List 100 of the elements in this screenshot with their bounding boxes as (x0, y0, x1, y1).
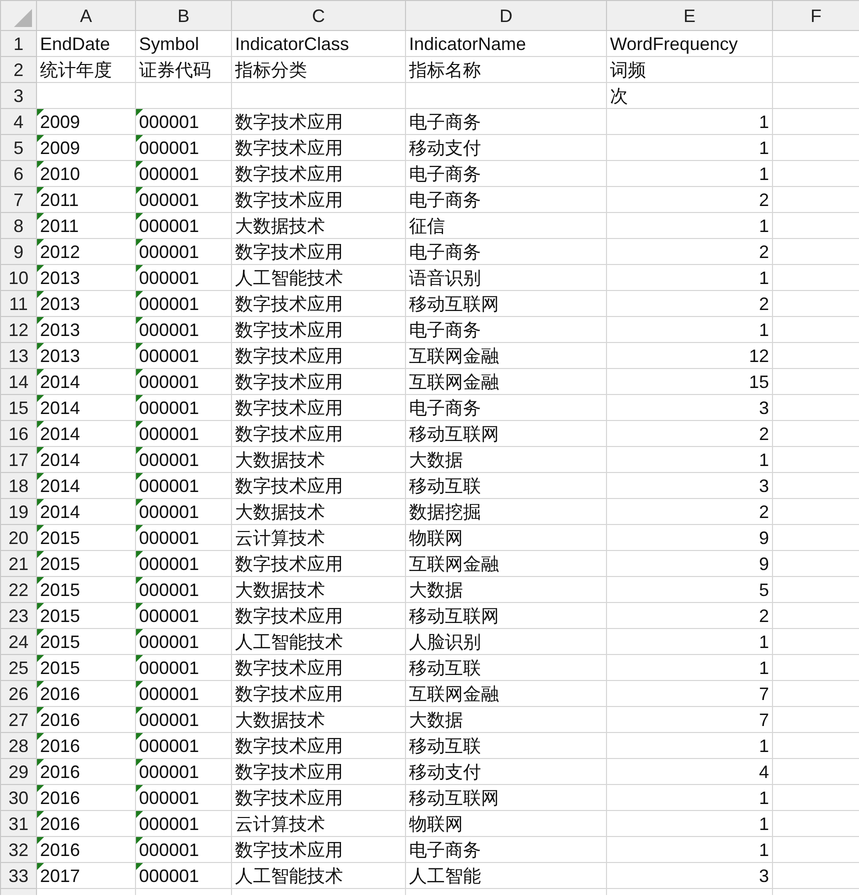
row-header[interactable]: 1 (0, 30, 36, 56)
cell-text: 人工智能 (409, 864, 481, 888)
cell-text: 2016 (40, 786, 80, 810)
row-header[interactable]: 16 (0, 420, 36, 446)
cell-text: 大数据技术 (235, 214, 325, 238)
column-header[interactable]: E (606, 0, 772, 30)
row-header[interactable]: 13 (0, 342, 36, 368)
row-header[interactable]: 14 (0, 368, 36, 394)
cell-text: 000001 (139, 500, 200, 524)
cell-text: 互联网金融 (409, 370, 499, 394)
cell-text: 大数据技术 (235, 578, 325, 602)
column-header[interactable]: C (232, 0, 406, 30)
row-header[interactable]: 11 (0, 290, 36, 316)
cell-text: 000001 (139, 760, 200, 784)
cell-text: 数字技术应用 (235, 604, 343, 628)
cell-text: 数字技术应用 (235, 552, 343, 576)
cell-text: 电子商务 (409, 162, 481, 186)
cell-text: 互联网金融 (409, 552, 499, 576)
row-header[interactable]: 25 (0, 654, 36, 680)
row-header[interactable]: 2 (0, 56, 36, 82)
cell-text: 数字技术应用 (235, 188, 343, 212)
row-header[interactable]: 29 (0, 758, 36, 784)
cell-text: 电子商务 (409, 318, 481, 342)
cell-text: 1 (758, 214, 769, 238)
cell-text: 统计年度 (40, 58, 112, 82)
cell-text: 000001 (139, 214, 200, 238)
cell-text: 2016 (40, 760, 80, 784)
cell-text: 000001 (139, 604, 200, 628)
row-header[interactable]: 4 (0, 108, 36, 134)
row-header[interactable]: 18 (0, 472, 36, 498)
row-header[interactable]: 26 (0, 680, 36, 706)
cell-text: 1 (758, 630, 769, 654)
row-header[interactable]: 19 (0, 498, 36, 524)
cell-text: 证券代码 (139, 58, 211, 82)
cell-text: 2014 (40, 474, 80, 498)
cell-text: 大数据技术 (235, 500, 325, 524)
cell-text: 000001 (139, 812, 200, 836)
cell-text: 000001 (139, 526, 200, 550)
cell-text: 物联网 (409, 526, 463, 550)
row-header[interactable]: 7 (0, 186, 36, 212)
cell-text: 云计算技术 (235, 526, 325, 550)
row-header[interactable]: 24 (0, 628, 36, 654)
cell-text: 数据挖掘 (409, 500, 481, 524)
cell-text: 数字技术应用 (235, 370, 343, 394)
row-header[interactable]: 10 (0, 264, 36, 290)
cell-text: 2016 (40, 682, 80, 706)
cell-text: 000001 (139, 292, 200, 316)
cell-text: 移动互联 (409, 734, 481, 758)
cell-text: 5 (758, 578, 769, 602)
cell-text: 1 (758, 318, 769, 342)
row-header[interactable]: 30 (0, 784, 36, 810)
row-header[interactable]: 12 (0, 316, 36, 342)
cell-text: 000001 (139, 396, 200, 420)
row-header[interactable]: 23 (0, 602, 36, 628)
cell-text: 000001 (139, 474, 200, 498)
row-header[interactable]: 9 (0, 238, 36, 264)
column-header[interactable]: B (136, 0, 232, 30)
row-header[interactable]: 27 (0, 706, 36, 732)
cell-text: 2016 (40, 734, 80, 758)
cell-text: 1 (758, 838, 769, 862)
row-header[interactable]: 15 (0, 394, 36, 420)
cell-text: 电子商务 (409, 396, 481, 420)
cell-text: 数字技术应用 (235, 136, 343, 160)
row-header[interactable]: 8 (0, 212, 36, 238)
cell-text: IndicatorClass (235, 32, 350, 56)
cell-text: 数字技术应用 (235, 786, 343, 810)
cell-text: 移动互联网 (409, 786, 499, 810)
row-header[interactable]: 5 (0, 134, 36, 160)
row-header[interactable]: 21 (0, 550, 36, 576)
cell-text: 000001 (139, 552, 200, 576)
column-header[interactable]: F (772, 0, 859, 30)
row-header[interactable]: 6 (0, 160, 36, 186)
cell-text: 2016 (40, 838, 80, 862)
row-header[interactable]: 22 (0, 576, 36, 602)
row-header[interactable]: 20 (0, 524, 36, 550)
cell-text: 人工智能技术 (235, 630, 343, 654)
cell-text: 移动互联 (409, 474, 481, 498)
cell-text: 2014 (40, 500, 80, 524)
row-header[interactable]: 17 (0, 446, 36, 472)
cell-text: 2015 (40, 552, 80, 576)
cell-text: 2009 (40, 110, 80, 134)
column-header[interactable]: A (36, 0, 136, 30)
cell-text: 指标分类 (235, 58, 307, 82)
cell-text: 2014 (40, 396, 80, 420)
row-header[interactable]: 32 (0, 836, 36, 862)
cell-text: 2015 (40, 630, 80, 654)
cell-text: 次 (610, 84, 628, 108)
cell-text: 7 (758, 708, 769, 732)
cell-text: 2015 (40, 604, 80, 628)
cell-text: 2010 (40, 162, 80, 186)
cell-text: 3 (758, 864, 769, 888)
cell-text: 词频 (610, 58, 646, 82)
row-header[interactable]: 33 (0, 862, 36, 888)
cell-text: 大数据 (409, 448, 463, 472)
column-header[interactable]: D (406, 0, 606, 30)
row-header[interactable]: 3 (0, 82, 36, 108)
cell-text: 000001 (139, 448, 200, 472)
cell-text: 人工智能技术 (235, 864, 343, 888)
row-header[interactable]: 28 (0, 732, 36, 758)
row-header[interactable]: 31 (0, 810, 36, 836)
